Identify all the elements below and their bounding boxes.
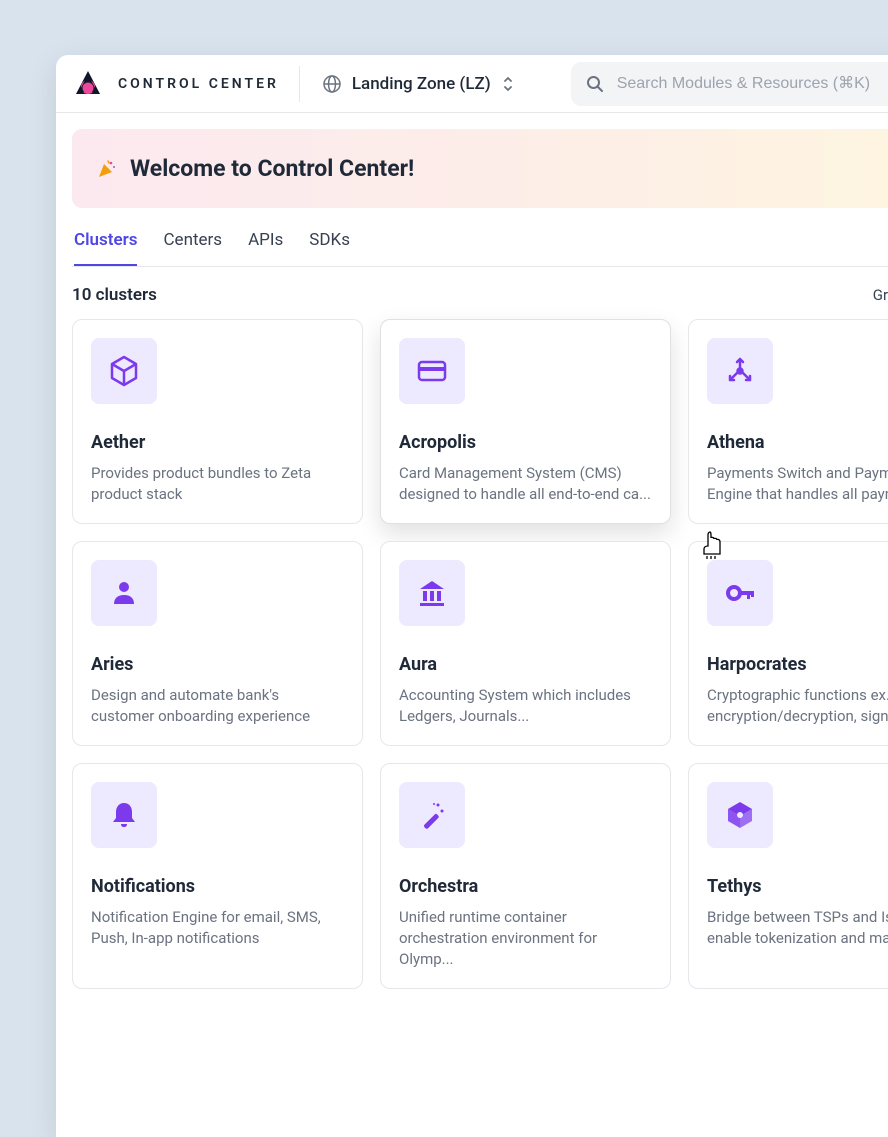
topbar: CONTROL CENTER Landing Zone (LZ) — [56, 55, 888, 113]
search-icon — [585, 74, 605, 94]
card-title: Aries — [91, 654, 344, 675]
welcome-banner: Welcome to Control Center! — [72, 129, 888, 208]
card-title: Orchestra — [399, 876, 652, 897]
tab-sdks[interactable]: SDKs — [309, 216, 350, 266]
banner-title: Welcome to Control Center! — [130, 155, 414, 182]
groupby-label[interactable]: Group by: — [873, 286, 888, 304]
card-desc: Card Management System (CMS) designed to… — [399, 463, 652, 505]
card-icon — [399, 338, 465, 404]
card-desc: Cryptographic functions ex. encryption/d… — [707, 685, 888, 727]
zone-selector[interactable]: Landing Zone (LZ) — [314, 68, 523, 100]
cluster-count: 10 clusters — [72, 285, 157, 305]
cluster-card-aether[interactable]: Aether Provides product bundles to Zeta … — [72, 319, 363, 524]
card-title: Acropolis — [399, 432, 652, 453]
cluster-card-orchestra[interactable]: Orchestra Unified runtime container orch… — [380, 763, 671, 989]
globe-icon — [322, 74, 342, 94]
card-desc: Notification Engine for email, SMS, Push… — [91, 907, 344, 949]
chevron-updown-icon — [501, 75, 515, 93]
cluster-grid: Aether Provides product bundles to Zeta … — [72, 319, 888, 989]
card-title: Harpocrates — [707, 654, 888, 675]
card-title: Aether — [91, 432, 344, 453]
card-desc: Accounting System which includes Ledgers… — [399, 685, 652, 727]
cluster-card-aries[interactable]: Aries Design and automate bank's custome… — [72, 541, 363, 746]
cube-icon — [91, 338, 157, 404]
card-desc: Unified runtime container orchestration … — [399, 907, 652, 970]
card-title: Athena — [707, 432, 888, 453]
bank-icon — [399, 560, 465, 626]
tabs: Clusters Centers APIs SDKs — [72, 216, 888, 267]
card-title: Tethys — [707, 876, 888, 897]
tab-apis[interactable]: APIs — [248, 216, 283, 266]
cluster-card-harpocrates[interactable]: Harpocrates Cryptographic functions ex. … — [688, 541, 888, 746]
zone-label: Landing Zone (LZ) — [352, 74, 491, 94]
box3d-icon — [707, 782, 773, 848]
bell-icon — [91, 782, 157, 848]
card-desc: Payments Switch and Payments Engine that… — [707, 463, 888, 505]
card-desc: Design and automate bank's customer onbo… — [91, 685, 344, 727]
person-icon — [91, 560, 157, 626]
toolbar: 10 clusters Group by: — [72, 267, 888, 319]
wand-icon — [399, 782, 465, 848]
key-icon — [707, 560, 773, 626]
party-icon — [96, 158, 118, 180]
search-container[interactable] — [571, 62, 888, 106]
app-title: CONTROL CENTER — [118, 76, 279, 92]
card-desc: Bridge between TSPs and Issuers to enabl… — [707, 907, 888, 949]
tab-centers[interactable]: Centers — [163, 216, 222, 266]
cluster-card-tethys[interactable]: Tethys Bridge between TSPs and Issuers t… — [688, 763, 888, 989]
cluster-card-acropolis[interactable]: Acropolis Card Management System (CMS) d… — [380, 319, 671, 524]
card-desc: Provides product bundles to Zeta product… — [91, 463, 344, 505]
cluster-card-athena[interactable]: Athena Payments Switch and Payments Engi… — [688, 319, 888, 524]
cluster-card-aura[interactable]: Aura Accounting System which includes Le… — [380, 541, 671, 746]
tab-clusters[interactable]: Clusters — [74, 216, 137, 266]
divider — [299, 66, 300, 102]
card-title: Aura — [399, 654, 652, 675]
search-input[interactable] — [617, 75, 888, 93]
cluster-card-notifications[interactable]: Notifications Notification Engine for em… — [72, 763, 363, 989]
app-logo — [72, 68, 104, 100]
route-icon — [707, 338, 773, 404]
card-title: Notifications — [91, 876, 344, 897]
